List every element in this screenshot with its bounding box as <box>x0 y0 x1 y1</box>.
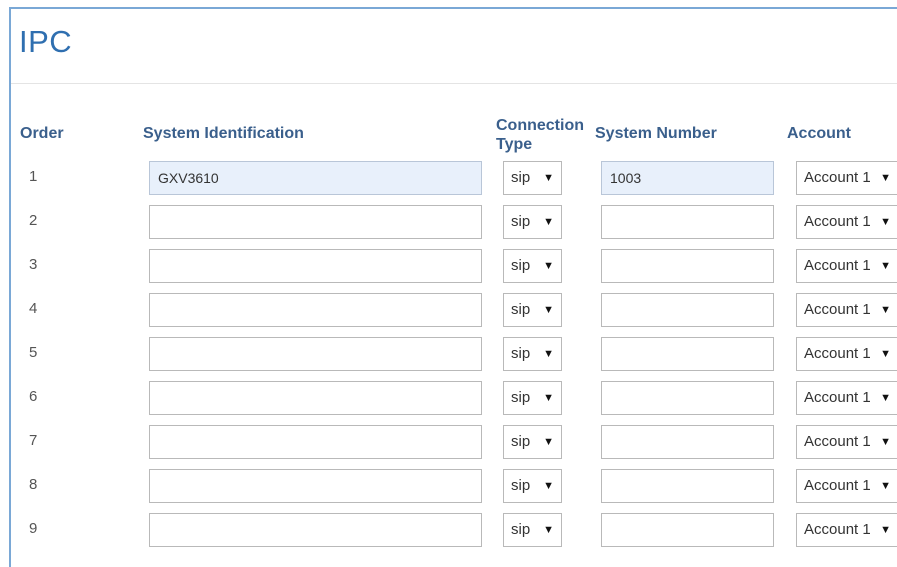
system-identification-input[interactable]: GXV3610 <box>149 161 482 195</box>
caret-down-icon: ▼ <box>880 436 891 448</box>
connection-type-select[interactable]: sip ▼ <box>503 381 562 415</box>
table-row: 1 GXV3610 sip ▼ 1003 Account 1 ▼ <box>0 161 897 197</box>
caret-down-icon: ▼ <box>880 216 891 228</box>
title-separator <box>11 83 897 84</box>
system-number-input[interactable] <box>601 337 774 371</box>
system-identification-input[interactable] <box>149 513 482 547</box>
caret-down-icon: ▼ <box>543 216 554 228</box>
system-identification-input[interactable] <box>149 381 482 415</box>
account-select[interactable]: Account 1 ▼ <box>796 249 897 283</box>
caret-down-icon: ▼ <box>880 392 891 404</box>
table-row: 6 sip ▼ Account 1 ▼ <box>0 381 897 417</box>
table-row: 3 sip ▼ Account 1 ▼ <box>0 249 897 285</box>
account-value: Account 1 <box>804 213 871 230</box>
table-row: 8 sip ▼ Account 1 ▼ <box>0 469 897 505</box>
row-order: 5 <box>29 344 38 361</box>
header-account: Account <box>787 125 851 142</box>
caret-down-icon: ▼ <box>880 524 891 536</box>
system-number-input[interactable]: 1003 <box>601 161 774 195</box>
connection-type-value: sip <box>511 477 531 494</box>
account-value: Account 1 <box>804 433 871 450</box>
account-value: Account 1 <box>804 257 871 274</box>
account-value: Account 1 <box>804 389 871 406</box>
row-order: 2 <box>29 212 38 229</box>
system-number-input[interactable] <box>601 469 774 503</box>
connection-type-select[interactable]: sip ▼ <box>503 337 562 371</box>
connection-type-value: sip <box>511 345 531 362</box>
connection-type-value: sip <box>511 213 531 230</box>
caret-down-icon: ▼ <box>880 260 891 272</box>
account-select[interactable]: Account 1 ▼ <box>796 293 897 327</box>
connection-type-select[interactable]: sip ▼ <box>503 249 562 283</box>
system-identification-input[interactable] <box>149 293 482 327</box>
header-system-number: System Number <box>595 125 717 142</box>
table-row: 2 sip ▼ Account 1 ▼ <box>0 205 897 241</box>
caret-down-icon: ▼ <box>543 304 554 316</box>
system-identification-input[interactable] <box>149 205 482 239</box>
page-title: IPC <box>19 24 73 59</box>
header-connection-type: Connection Type <box>496 116 584 154</box>
system-number-input[interactable] <box>601 425 774 459</box>
connection-type-select[interactable]: sip ▼ <box>503 205 562 239</box>
account-value: Account 1 <box>804 521 871 538</box>
row-order: 3 <box>29 256 38 273</box>
caret-down-icon: ▼ <box>543 172 554 184</box>
header-connection-type-line2: Type <box>496 136 533 153</box>
account-value: Account 1 <box>804 169 871 186</box>
account-value: Account 1 <box>804 301 871 318</box>
row-order: 8 <box>29 476 38 493</box>
system-identification-input[interactable] <box>149 249 482 283</box>
table-row: 5 sip ▼ Account 1 ▼ <box>0 337 897 373</box>
caret-down-icon: ▼ <box>880 480 891 492</box>
account-select[interactable]: Account 1 ▼ <box>796 205 897 239</box>
connection-type-select[interactable]: sip ▼ <box>503 161 562 195</box>
row-order: 4 <box>29 300 38 317</box>
header-order: Order <box>20 125 64 142</box>
table-row: 9 sip ▼ Account 1 ▼ <box>0 513 897 549</box>
caret-down-icon: ▼ <box>880 172 891 184</box>
connection-type-value: sip <box>511 169 531 186</box>
account-select[interactable]: Account 1 ▼ <box>796 161 897 195</box>
account-value: Account 1 <box>804 345 871 362</box>
connection-type-select[interactable]: sip ▼ <box>503 513 562 547</box>
connection-type-value: sip <box>511 389 531 406</box>
system-identification-input[interactable] <box>149 469 482 503</box>
row-order: 6 <box>29 388 38 405</box>
account-select[interactable]: Account 1 ▼ <box>796 337 897 371</box>
account-select[interactable]: Account 1 ▼ <box>796 425 897 459</box>
row-order: 9 <box>29 520 38 537</box>
system-number-input[interactable] <box>601 249 774 283</box>
system-identification-input[interactable] <box>149 425 482 459</box>
system-number-input[interactable] <box>601 205 774 239</box>
header-system-identification: System Identification <box>143 125 304 142</box>
account-select[interactable]: Account 1 ▼ <box>796 469 897 503</box>
caret-down-icon: ▼ <box>543 260 554 272</box>
system-identification-input[interactable] <box>149 337 482 371</box>
caret-down-icon: ▼ <box>543 348 554 360</box>
connection-type-value: sip <box>511 257 531 274</box>
header-connection-type-line1: Connection <box>496 117 584 134</box>
system-number-input[interactable] <box>601 381 774 415</box>
account-select[interactable]: Account 1 ▼ <box>796 381 897 415</box>
row-order: 7 <box>29 432 38 449</box>
table-row: 4 sip ▼ Account 1 ▼ <box>0 293 897 329</box>
system-number-input[interactable] <box>601 513 774 547</box>
system-number-input[interactable] <box>601 293 774 327</box>
caret-down-icon: ▼ <box>880 304 891 316</box>
connection-type-value: sip <box>511 301 531 318</box>
caret-down-icon: ▼ <box>543 524 554 536</box>
caret-down-icon: ▼ <box>543 392 554 404</box>
caret-down-icon: ▼ <box>543 436 554 448</box>
account-value: Account 1 <box>804 477 871 494</box>
connection-type-select[interactable]: sip ▼ <box>503 425 562 459</box>
connection-type-value: sip <box>511 433 531 450</box>
connection-type-select[interactable]: sip ▼ <box>503 293 562 327</box>
caret-down-icon: ▼ <box>543 480 554 492</box>
table-row: 7 sip ▼ Account 1 ▼ <box>0 425 897 461</box>
row-order: 1 <box>29 168 38 185</box>
connection-type-value: sip <box>511 521 531 538</box>
caret-down-icon: ▼ <box>880 348 891 360</box>
connection-type-select[interactable]: sip ▼ <box>503 469 562 503</box>
account-select[interactable]: Account 1 ▼ <box>796 513 897 547</box>
